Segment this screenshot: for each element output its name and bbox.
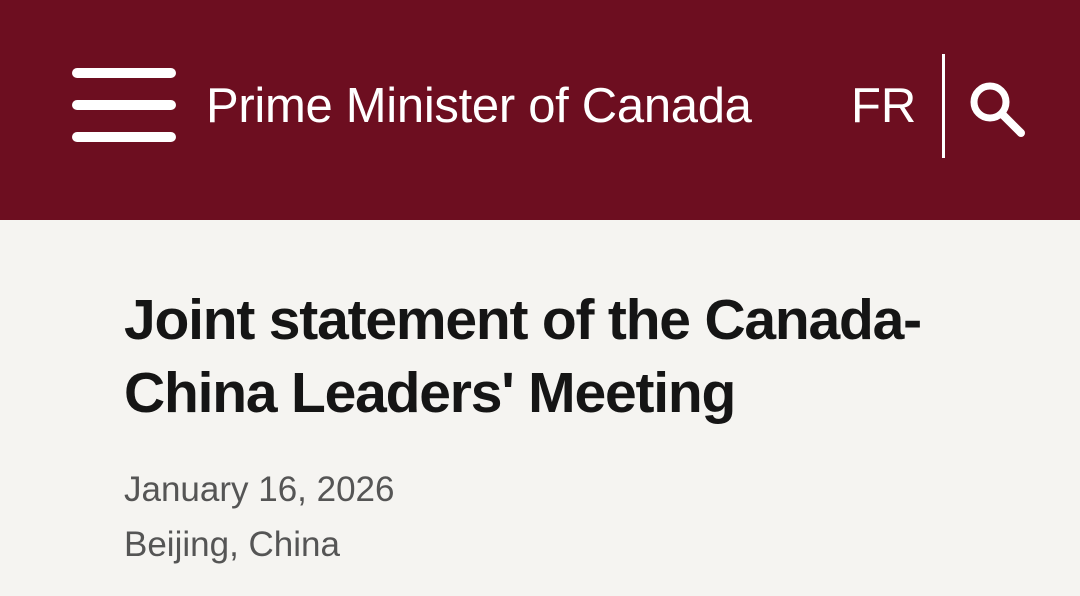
search-icon-graphic (970, 82, 1025, 137)
hamburger-menu-icon[interactable] (72, 66, 176, 146)
site-title-link[interactable]: Prime Minister of Canada (206, 76, 752, 136)
menu-bar-top (72, 68, 176, 78)
language-toggle-link[interactable]: FR (851, 76, 916, 136)
menu-bar-bottom (72, 132, 176, 142)
menu-bar-middle (72, 100, 176, 110)
article-location: Beijing, China (124, 525, 340, 564)
page-title: Joint statement of the Canada-China Lead… (124, 288, 922, 425)
article-main: Joint statement of the Canada-China Lead… (124, 284, 1024, 573)
header-divider (942, 54, 945, 158)
article-date: January 16, 2026 (124, 470, 395, 509)
site-header: Prime Minister of Canada FR (0, 0, 1080, 220)
search-icon[interactable] (966, 78, 1028, 140)
